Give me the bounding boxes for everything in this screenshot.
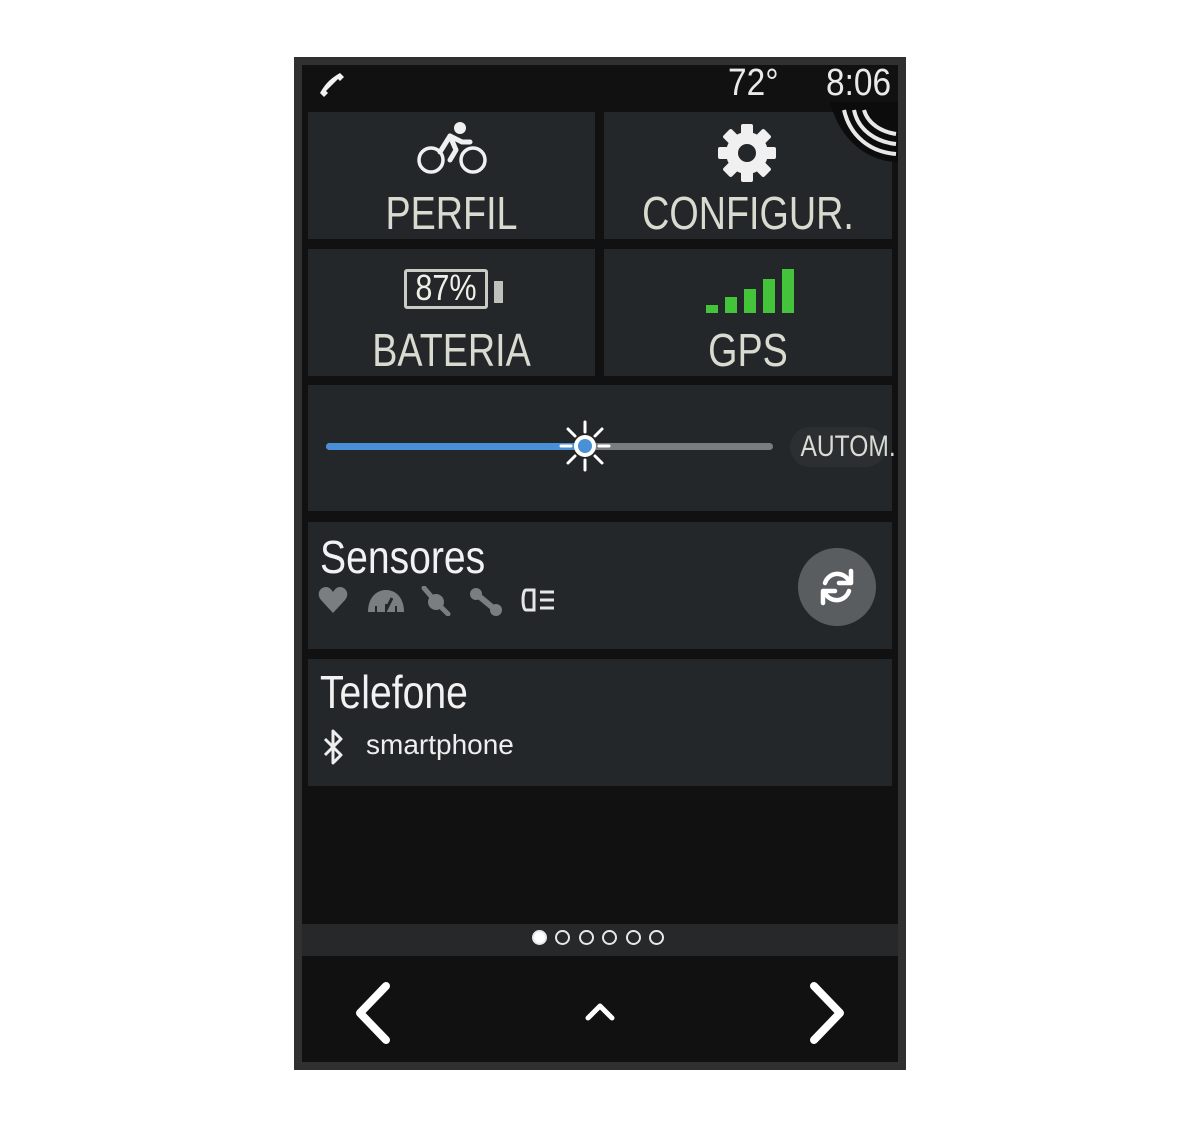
wireless-signal-icon — [830, 102, 898, 162]
navigation-bar — [302, 956, 898, 1062]
refresh-sensors-button[interactable] — [798, 548, 876, 626]
heart-rate-icon — [318, 587, 348, 613]
signal-bar — [706, 305, 718, 313]
page-dot[interactable] — [532, 930, 547, 945]
page-dot[interactable] — [649, 930, 664, 945]
phone-connected-icon — [320, 73, 344, 97]
clock: 8:06 — [826, 65, 892, 104]
sensors-panel[interactable]: Sensores — [308, 522, 892, 649]
signal-bar — [744, 289, 756, 313]
battery-label: BATERIA — [372, 324, 531, 376]
refresh-icon — [820, 568, 854, 606]
settings-label: CONFIGUR. — [642, 187, 854, 239]
chevron-left-icon — [356, 982, 390, 1044]
signal-bar — [763, 279, 775, 313]
brightness-panel: AUTOM. — [308, 385, 896, 511]
device-screen: 72° 8:06 PERFIL CONFIGUR. 87% BATERIA GP… — [302, 65, 898, 1062]
chevron-up-icon — [585, 1003, 615, 1021]
back-button[interactable] — [322, 956, 422, 1062]
up-button[interactable] — [550, 956, 650, 1062]
signal-bars-icon — [706, 267, 800, 313]
settings-tile[interactable]: CONFIGUR. — [604, 102, 898, 239]
chevron-right-icon — [810, 982, 844, 1044]
power-icon — [470, 588, 502, 616]
brightness-sun-icon[interactable] — [559, 420, 611, 472]
bluetooth-icon — [323, 729, 343, 765]
profile-label: PERFIL — [385, 187, 518, 239]
gps-label: GPS — [708, 324, 788, 376]
signal-bar — [782, 269, 794, 313]
cyclist-icon — [417, 122, 487, 174]
auto-brightness-label: AUTOM. — [800, 430, 896, 463]
sensors-title: Sensores — [320, 531, 486, 583]
temperature-readout: 72° — [728, 65, 779, 104]
profile-tile[interactable]: PERFIL — [308, 112, 595, 239]
device-frame: 72° 8:06 PERFIL CONFIGUR. 87% BATERIA GP… — [294, 57, 906, 1070]
page-indicator — [302, 924, 898, 956]
brightness-slider[interactable] — [326, 443, 773, 450]
battery-tile[interactable]: 87% BATERIA — [308, 249, 595, 376]
bike-light-icon — [521, 588, 554, 612]
page-dot[interactable] — [602, 930, 617, 945]
auto-brightness-button[interactable]: AUTOM. — [790, 427, 896, 467]
cadence-icon — [421, 586, 451, 616]
phone-panel[interactable]: Telefone smartphone — [308, 659, 892, 786]
battery-level: 87% — [415, 267, 477, 308]
gear-icon — [718, 124, 776, 182]
paired-phone-name: smartphone — [366, 729, 514, 760]
page-dot[interactable] — [555, 930, 570, 945]
brightness-slider-fill — [326, 443, 586, 450]
forward-button[interactable] — [778, 956, 878, 1062]
signal-bar — [725, 297, 737, 313]
page-dot[interactable] — [579, 930, 594, 945]
status-bar: 72° 8:06 — [302, 65, 898, 104]
gps-tile[interactable]: GPS — [604, 249, 892, 376]
speed-icon — [368, 590, 404, 612]
page-dot[interactable] — [626, 930, 641, 945]
phone-title: Telefone — [320, 666, 468, 718]
battery-terminal — [494, 281, 503, 303]
